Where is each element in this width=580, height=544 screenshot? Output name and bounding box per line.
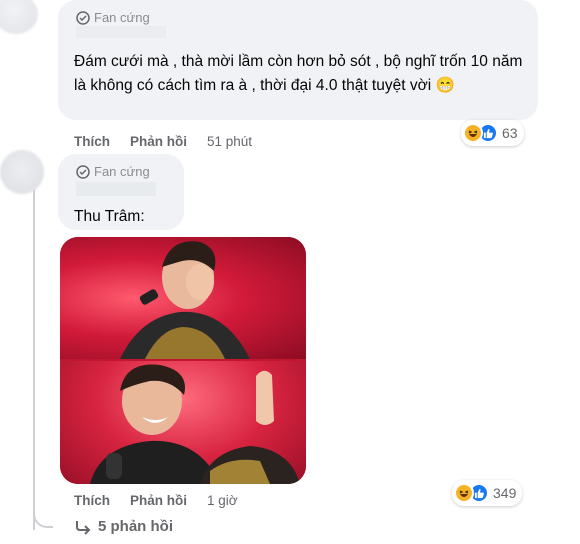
view-replies-link[interactable]: 5 phản hồi (74, 518, 173, 535)
reply-arrow-icon (76, 520, 91, 535)
reaction-count: 349 (493, 485, 517, 501)
like-action[interactable]: Thích (74, 493, 110, 508)
photo-frame-top (60, 237, 306, 359)
fan-badge: Fan cứng (76, 164, 150, 179)
thread-curve (33, 508, 53, 528)
fan-badge: Fan cứng (76, 10, 150, 25)
reaction-count: 63 (502, 125, 518, 141)
like-action[interactable]: Thích (74, 134, 110, 149)
singer-illustration (90, 364, 300, 484)
comment-actions: Thích Phản hồi 51 phút (74, 134, 272, 149)
reply-action[interactable]: Phản hồi (130, 493, 187, 508)
reaction-summary[interactable]: 349 (452, 480, 523, 506)
avatar[interactable] (0, 0, 38, 34)
haha-icon (454, 483, 474, 503)
thread-line (33, 185, 35, 530)
comment-actions: Thích Phản hồi 1 giờ (74, 493, 258, 508)
replies-label: 5 phản hồi (98, 518, 173, 535)
timestamp[interactable]: 1 giờ (207, 493, 238, 508)
redacted-name (76, 182, 156, 196)
comment-text: Thu Trâm: (74, 208, 145, 225)
comment-text: Đám cưới mà , thà mời lầm còn hơn bỏ sót… (74, 53, 523, 94)
redacted-name (76, 26, 166, 38)
reaction-summary[interactable]: 63 (461, 120, 524, 146)
photo-frame-bottom (60, 361, 306, 484)
badge-icon (76, 164, 90, 179)
badge-icon (76, 10, 90, 25)
timestamp[interactable]: 51 phút (207, 134, 252, 149)
comment-photo[interactable] (60, 237, 306, 484)
singer-illustration (120, 241, 250, 359)
haha-icon (463, 123, 483, 143)
avatar[interactable] (0, 150, 44, 194)
badge-label: Fan cứng (94, 10, 150, 25)
badge-label: Fan cứng (94, 164, 150, 179)
reply-action[interactable]: Phản hồi (130, 134, 187, 149)
